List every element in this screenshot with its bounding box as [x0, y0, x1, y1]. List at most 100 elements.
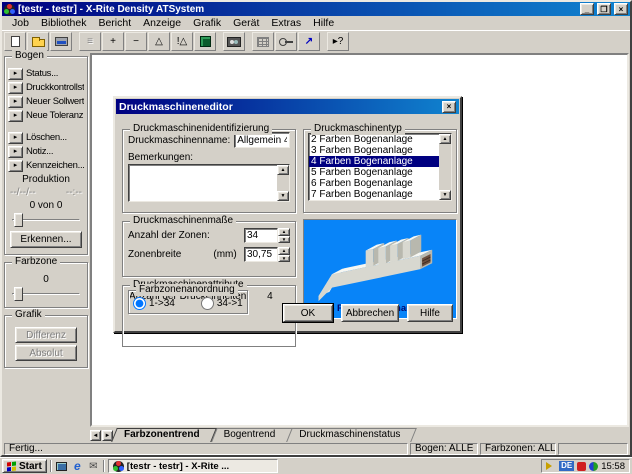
- tab-farbzonentrend[interactable]: Farbzonentrend: [114, 428, 214, 442]
- list-item[interactable]: 6 Farben Bogenanlage: [309, 178, 439, 189]
- dialog-close-button[interactable]: ×: [442, 101, 456, 113]
- remarks-textarea[interactable]: [128, 164, 290, 202]
- context-help-button[interactable]: ▸?: [327, 32, 349, 51]
- dialog-title: Druckmaschineneditor: [119, 101, 442, 113]
- add-button[interactable]: +: [102, 32, 124, 51]
- menu-geraet[interactable]: Gerät: [227, 16, 265, 30]
- arrow-icon[interactable]: ▸: [8, 146, 23, 158]
- arrow-icon[interactable]: ▸: [8, 132, 23, 144]
- sort-button[interactable]: ≡: [79, 32, 101, 51]
- internet-explorer-icon[interactable]: e: [71, 460, 84, 472]
- menu-hilfe[interactable]: Hilfe: [307, 16, 340, 30]
- scroll-up-icon[interactable]: ▲: [277, 165, 289, 175]
- grid-button[interactable]: [252, 32, 274, 51]
- mail-icon[interactable]: ✉: [87, 460, 100, 472]
- tab-strip: ◄ ► Farbzonentrend Bogentrend Druckmasch…: [2, 427, 630, 442]
- arrow-icon[interactable]: ▸: [8, 82, 23, 94]
- keyboard-layout-indicator[interactable]: DE: [559, 461, 574, 471]
- show-desktop-icon[interactable]: [55, 460, 68, 472]
- task-button-xrite[interactable]: [testr - testr] - X-Rite ...: [108, 459, 278, 473]
- press-3d-graphic: [306, 222, 454, 302]
- close-button[interactable]: ×: [614, 3, 628, 15]
- system-tray: DE 15:58: [541, 459, 630, 473]
- units-value: 4: [267, 291, 273, 302]
- tab-scroll-left-button[interactable]: ◄: [90, 430, 101, 441]
- menu-bericht[interactable]: Bericht: [92, 16, 137, 30]
- spin-down-icon[interactable]: ▼: [278, 236, 290, 244]
- sheet-slider[interactable]: [12, 213, 80, 227]
- erkennen-button[interactable]: Erkennen...: [10, 231, 82, 248]
- sidebar-item-status[interactable]: ▸ Status...: [8, 67, 84, 80]
- list-item[interactable]: 2 Farben Bogenanlage: [309, 134, 439, 145]
- sidebar-item-druckkontrollstreifen[interactable]: ▸ Druckkontrollstreifen...: [8, 81, 84, 94]
- cancel-button[interactable]: Abbrechen: [341, 304, 399, 322]
- radio-label: 1->34: [149, 298, 175, 309]
- radio-icon[interactable]: [133, 297, 146, 310]
- open-button[interactable]: [27, 32, 49, 51]
- list-item[interactable]: 7 Farben Bogenanlage: [309, 189, 439, 200]
- sidebar-item-kennzeichen[interactable]: ▸ Kennzeichen...: [8, 159, 84, 172]
- spin-down-icon[interactable]: ▼: [278, 255, 290, 263]
- slider-thumb[interactable]: [14, 287, 23, 301]
- ok-button[interactable]: OK: [283, 304, 333, 322]
- time-placeholder: --:--: [66, 187, 82, 198]
- zone-order-radio-2[interactable]: 34->1: [201, 297, 243, 310]
- absolut-button[interactable]: Absolut: [15, 345, 77, 361]
- tab-bogentrend[interactable]: Bogentrend: [214, 428, 290, 442]
- spin-up-icon[interactable]: ▲: [278, 247, 290, 255]
- zone-order-radio-1[interactable]: 1->34: [133, 297, 175, 310]
- chart-button[interactable]: ↗: [298, 32, 320, 51]
- scroll-up-icon[interactable]: ▲: [439, 134, 451, 144]
- menu-job[interactable]: Job: [6, 16, 35, 30]
- quick-launch: e ✉: [55, 460, 100, 472]
- volume-icon[interactable]: [546, 462, 556, 470]
- measure-button[interactable]: [223, 32, 245, 51]
- remarks-scrollbar[interactable]: ▲ ▼: [277, 165, 289, 201]
- differenz-button[interactable]: Differenz: [15, 327, 77, 343]
- sidebar-item-label: Notiz...: [26, 146, 53, 157]
- start-button[interactable]: Start: [2, 459, 47, 473]
- arrow-icon[interactable]: ▸: [8, 68, 23, 80]
- list-item-selected[interactable]: 4 Farben Bogenanlage: [309, 156, 439, 167]
- list-scrollbar[interactable]: ▲ ▼: [439, 134, 451, 200]
- triangle-alert-button[interactable]: !△: [171, 32, 193, 51]
- scroll-down-icon[interactable]: ▼: [439, 190, 451, 200]
- tray-status-icon-globe[interactable]: [589, 462, 598, 471]
- arrow-icon[interactable]: ▸: [8, 160, 23, 172]
- triangle-button[interactable]: △: [148, 32, 170, 51]
- window-title: [testr - testr] - X-Rite Density ATSyste…: [18, 4, 577, 15]
- menu-grafik[interactable]: Grafik: [187, 16, 227, 30]
- restore-button[interactable]: ❐: [597, 3, 611, 15]
- sidebar-item-label: Druckkontrollstreifen...: [26, 82, 84, 93]
- tray-status-icon-red[interactable]: [577, 462, 586, 471]
- new-document-button[interactable]: [4, 32, 26, 51]
- slider-thumb[interactable]: [14, 213, 23, 227]
- spin-up-icon[interactable]: ▲: [278, 228, 290, 236]
- list-item[interactable]: 5 Farben Bogenanlage: [309, 167, 439, 178]
- help-button[interactable]: Hilfe: [407, 304, 453, 322]
- sidebar-item-loeschen[interactable]: ▸ Löschen...: [8, 131, 84, 144]
- arrow-icon[interactable]: ▸: [8, 96, 23, 108]
- menu-anzeige[interactable]: Anzeige: [137, 16, 187, 30]
- key-button[interactable]: [275, 32, 297, 51]
- farbzone-slider[interactable]: [12, 287, 80, 301]
- radio-label: 34->1: [217, 298, 243, 309]
- sidebar-item-neuer-sollwert[interactable]: ▸ Neuer Sollwert...: [8, 95, 84, 108]
- zone-width-input[interactable]: [244, 247, 278, 262]
- press-type-listbox[interactable]: 2 Farben Bogenanlage 3 Farben Bogenanlag…: [308, 133, 452, 201]
- sidebar-item-notiz[interactable]: ▸ Notiz...: [8, 145, 84, 158]
- tab-druckmaschinenstatus[interactable]: Druckmaschinenstatus: [289, 428, 414, 442]
- zones-input[interactable]: [244, 228, 278, 243]
- list-item[interactable]: 3 Farben Bogenanlage: [309, 145, 439, 156]
- menu-extras[interactable]: Extras: [265, 16, 307, 30]
- patch-button[interactable]: [194, 32, 216, 51]
- masse-group: Druckmaschinenmaße Anzahl der Zonen: ▲ ▼…: [122, 221, 296, 277]
- scroll-down-icon[interactable]: ▼: [277, 191, 289, 201]
- arrow-icon[interactable]: ▸: [8, 110, 23, 122]
- press-setup-button[interactable]: [50, 32, 72, 51]
- menu-bibliothek[interactable]: Bibliothek: [35, 16, 93, 30]
- remove-button[interactable]: −: [125, 32, 147, 51]
- radio-icon[interactable]: [201, 297, 214, 310]
- minimize-button[interactable]: _: [580, 3, 594, 15]
- sidebar-item-neue-toleranz[interactable]: ▸ Neue Toleranz...: [8, 109, 84, 122]
